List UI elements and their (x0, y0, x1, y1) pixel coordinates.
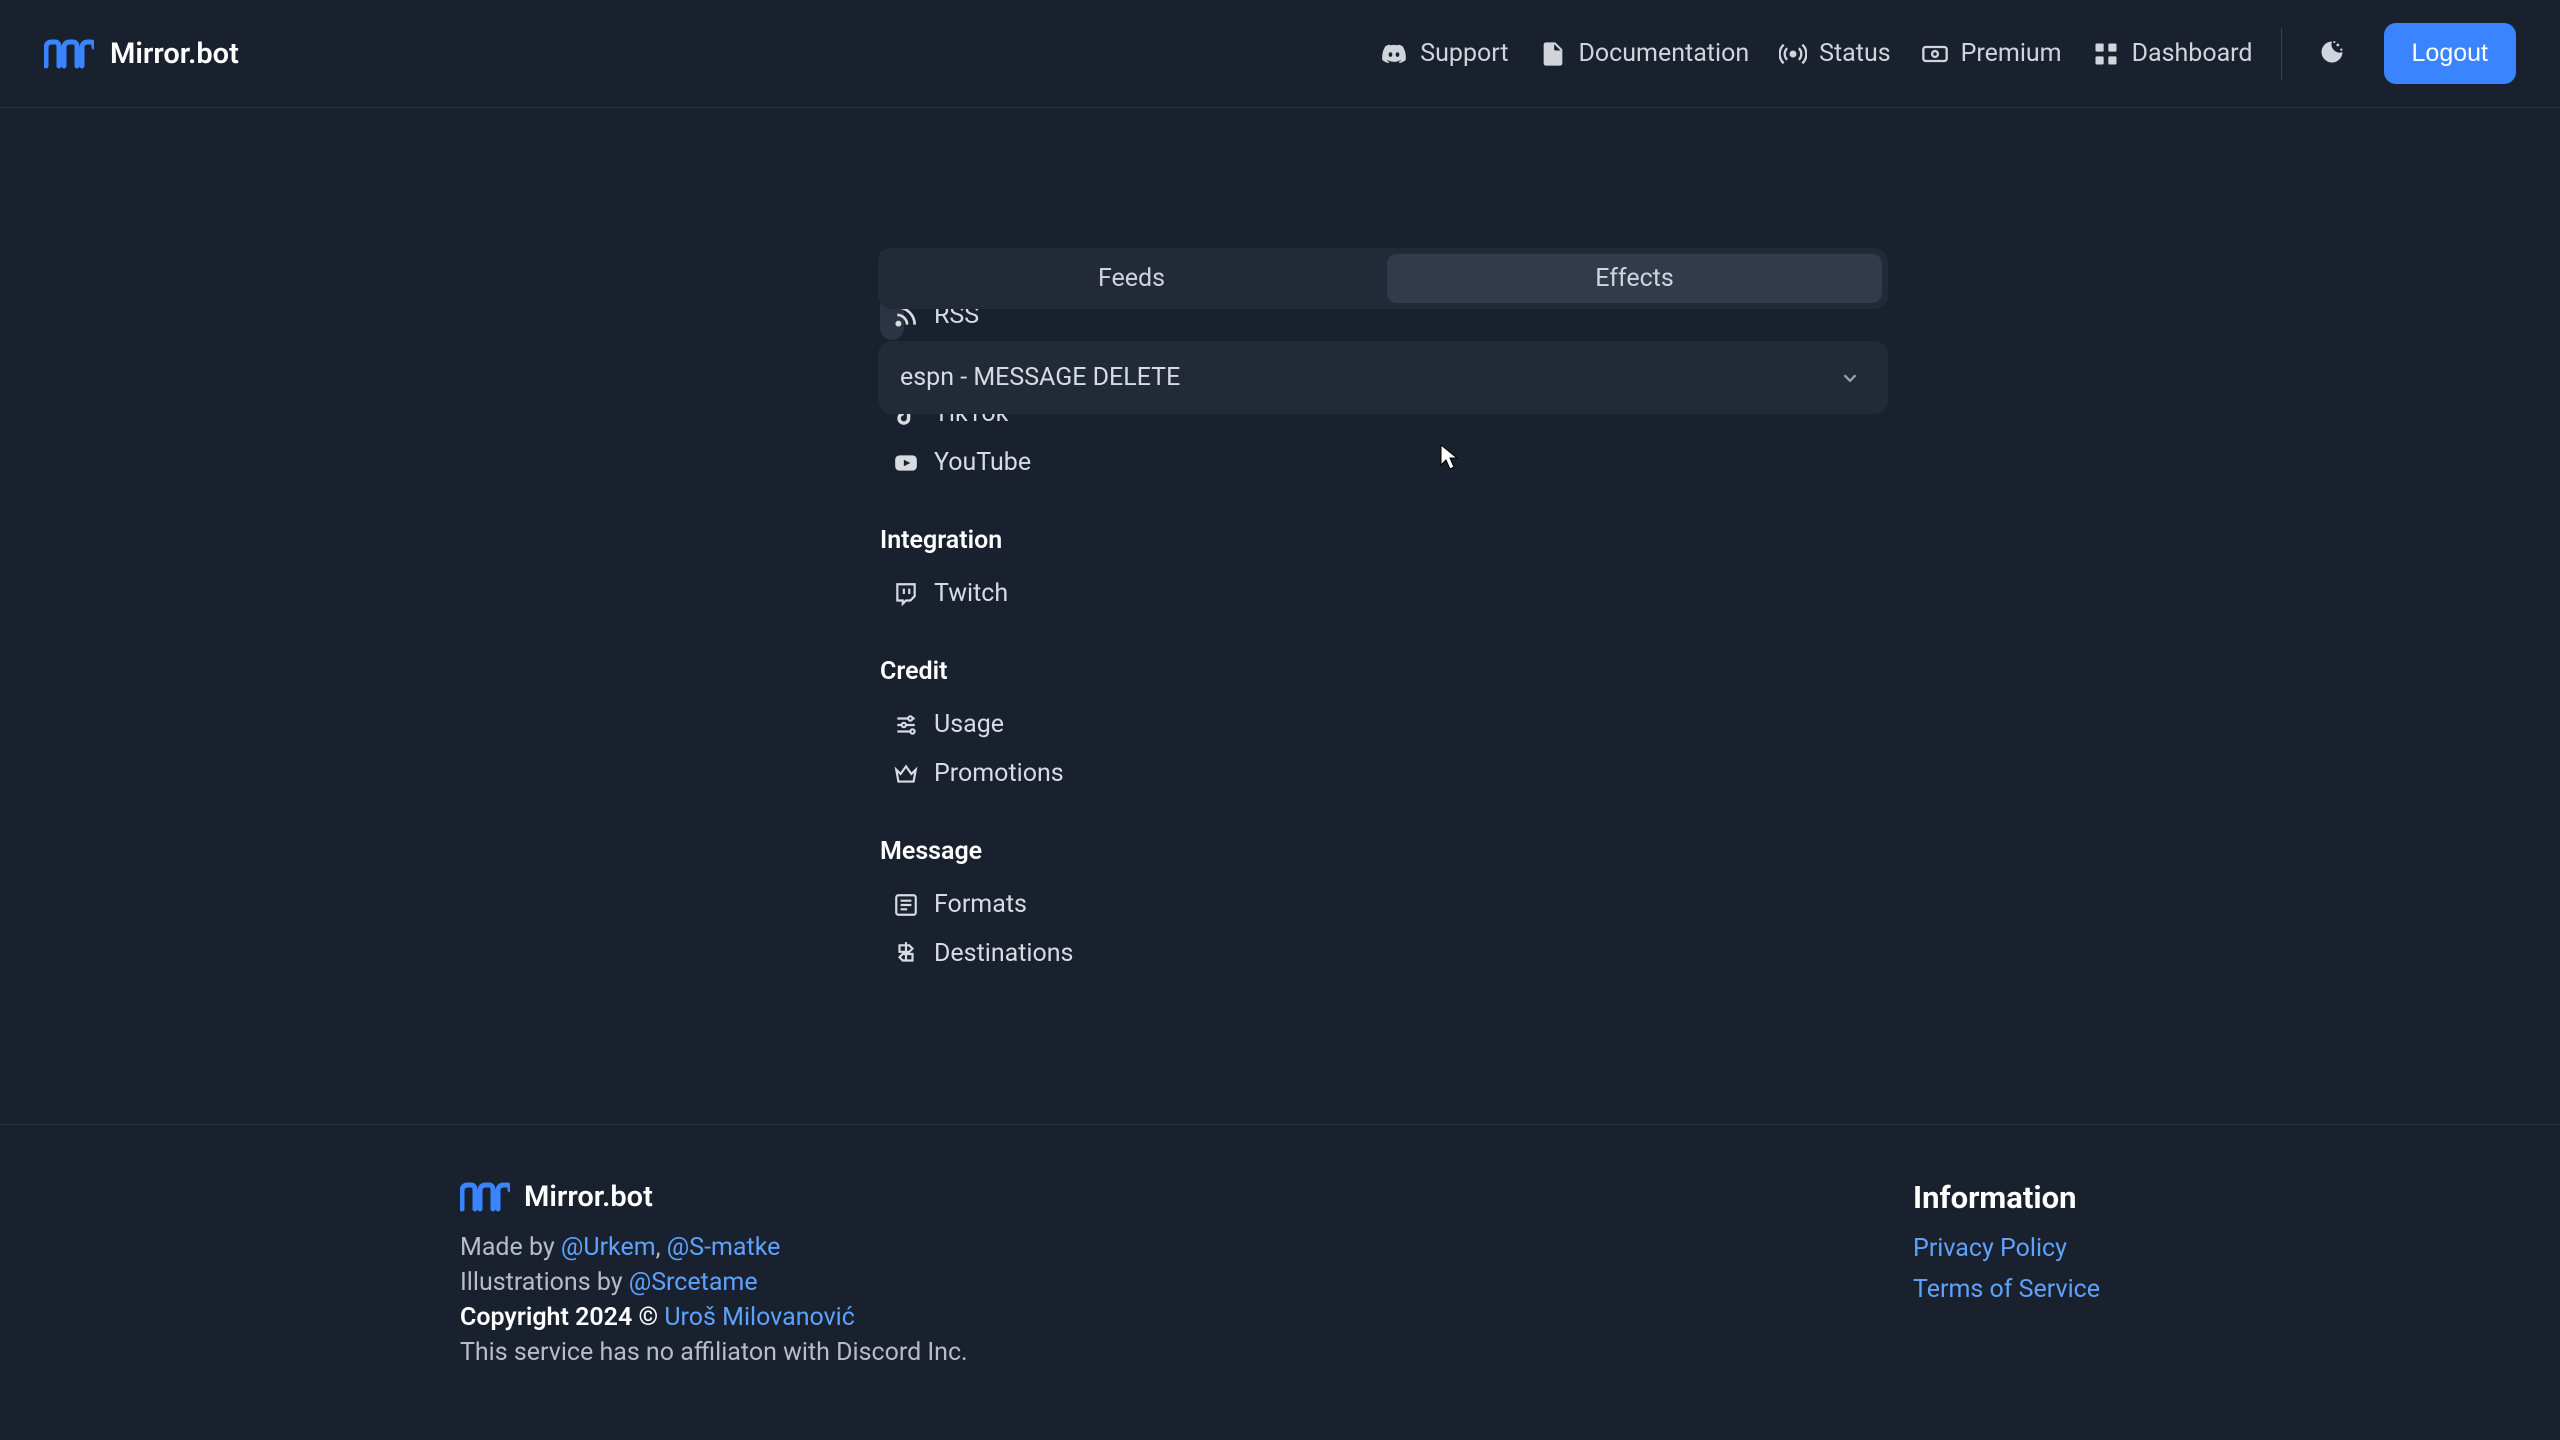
sidebar: Feed RSS Reddit TikTok YouTube (440, 248, 880, 978)
nav-documentation[interactable]: Documentation (1539, 39, 1750, 68)
footer-copyright-prefix: Copyright 2024 © (460, 1303, 664, 1332)
footer-disclaimer: This service has no affiliaton with Disc… (460, 1338, 968, 1367)
main: Feeds Effects espn - MESSAGE DELETE (878, 248, 1888, 414)
brand[interactable]: Mirror.bot (44, 34, 239, 74)
nav-separator (2281, 28, 2282, 80)
sidebar-item-label: Usage (934, 710, 1004, 739)
footer-illustrations-prefix: Illustrations by (460, 1268, 629, 1297)
footer-made-by-sep: , (656, 1233, 667, 1262)
sidebar-item-twitch[interactable]: Twitch (880, 569, 904, 618)
theme-toggle[interactable] (2310, 32, 2354, 76)
sidebar-item-usage[interactable]: Usage (880, 700, 904, 749)
nav-right: Support Documentation Status Premium Das (1380, 23, 2516, 84)
document-icon (1539, 40, 1567, 68)
tab-feeds[interactable]: Feeds (884, 254, 1379, 303)
sidebar-item-label: YouTube (934, 448, 1031, 477)
crown-icon (892, 760, 920, 788)
nav-documentation-label: Documentation (1579, 39, 1750, 68)
list-box-icon (892, 891, 920, 919)
logo-icon (44, 34, 94, 74)
twitch-icon (892, 580, 920, 608)
effect-select-value: espn - MESSAGE DELETE (900, 363, 1180, 392)
brand-name: Mirror.bot (110, 37, 239, 71)
dashboard-icon (2092, 40, 2120, 68)
logout-button[interactable]: Logout (2384, 23, 2516, 84)
sidebar-item-formats[interactable]: Formats (880, 880, 904, 929)
footer-left: Mirror.bot Made by @Urkem, @S-matke Illu… (460, 1179, 968, 1373)
footer-illustrations: Illustrations by @Srcetame (460, 1268, 968, 1297)
footer-right: Information Privacy Policy Terms of Serv… (1913, 1179, 2100, 1316)
logo-icon (460, 1179, 510, 1215)
discord-icon (1380, 40, 1408, 68)
youtube-icon (892, 449, 920, 477)
sidebar-item-label: Destinations (934, 939, 1073, 968)
nav-support-label: Support (1420, 39, 1508, 68)
header: Mirror.bot Support Documentation Status (0, 0, 2560, 108)
nav-dashboard[interactable]: Dashboard (2092, 39, 2253, 68)
effect-select[interactable]: espn - MESSAGE DELETE (878, 341, 1888, 414)
nav-premium[interactable]: Premium (1921, 39, 2062, 68)
footer-brand[interactable]: Mirror.bot (460, 1179, 968, 1215)
footer-link-smatke[interactable]: @S-matke (667, 1233, 781, 1262)
footer-link-srcetame[interactable]: @Srcetame (629, 1268, 758, 1297)
sidebar-item-label: Promotions (934, 759, 1064, 788)
footer-brand-name: Mirror.bot (524, 1180, 653, 1214)
footer-link-tos[interactable]: Terms of Service (1913, 1275, 2100, 1304)
nav-premium-label: Premium (1961, 39, 2062, 68)
sidebar-item-promotions[interactable]: Promotions (880, 749, 904, 798)
nav-status-label: Status (1819, 39, 1890, 68)
tab-effects[interactable]: Effects (1387, 254, 1882, 303)
nav-dashboard-label: Dashboard (2132, 39, 2253, 68)
nav-status[interactable]: Status (1779, 39, 1890, 68)
sliders-icon (892, 711, 920, 739)
cash-icon (1921, 40, 1949, 68)
broadcast-icon (1779, 40, 1807, 68)
footer-copyright: Copyright 2024 © Uroš Milovanović (460, 1303, 968, 1332)
theme-icon (2318, 38, 2346, 70)
footer-info-heading: Information (1913, 1179, 2100, 1216)
sidebar-item-label: Twitch (934, 579, 1008, 608)
chevron-down-icon (1838, 366, 1862, 390)
signpost-icon (892, 940, 920, 968)
nav-support[interactable]: Support (1380, 39, 1508, 68)
footer-made-by: Made by @Urkem, @S-matke (460, 1233, 968, 1262)
footer-link-urkem[interactable]: @Urkem (561, 1233, 656, 1262)
tabs: Feeds Effects (878, 248, 1888, 309)
sidebar-item-label: Formats (934, 890, 1027, 919)
footer-made-by-prefix: Made by (460, 1233, 561, 1262)
footer-link-privacy[interactable]: Privacy Policy (1913, 1234, 2100, 1263)
sidebar-item-youtube[interactable]: YouTube (880, 438, 904, 487)
sidebar-item-destinations[interactable]: Destinations (880, 929, 904, 978)
footer-link-copyright-name[interactable]: Uroš Milovanović (664, 1303, 855, 1332)
footer: Mirror.bot Made by @Urkem, @S-matke Illu… (0, 1124, 2560, 1440)
